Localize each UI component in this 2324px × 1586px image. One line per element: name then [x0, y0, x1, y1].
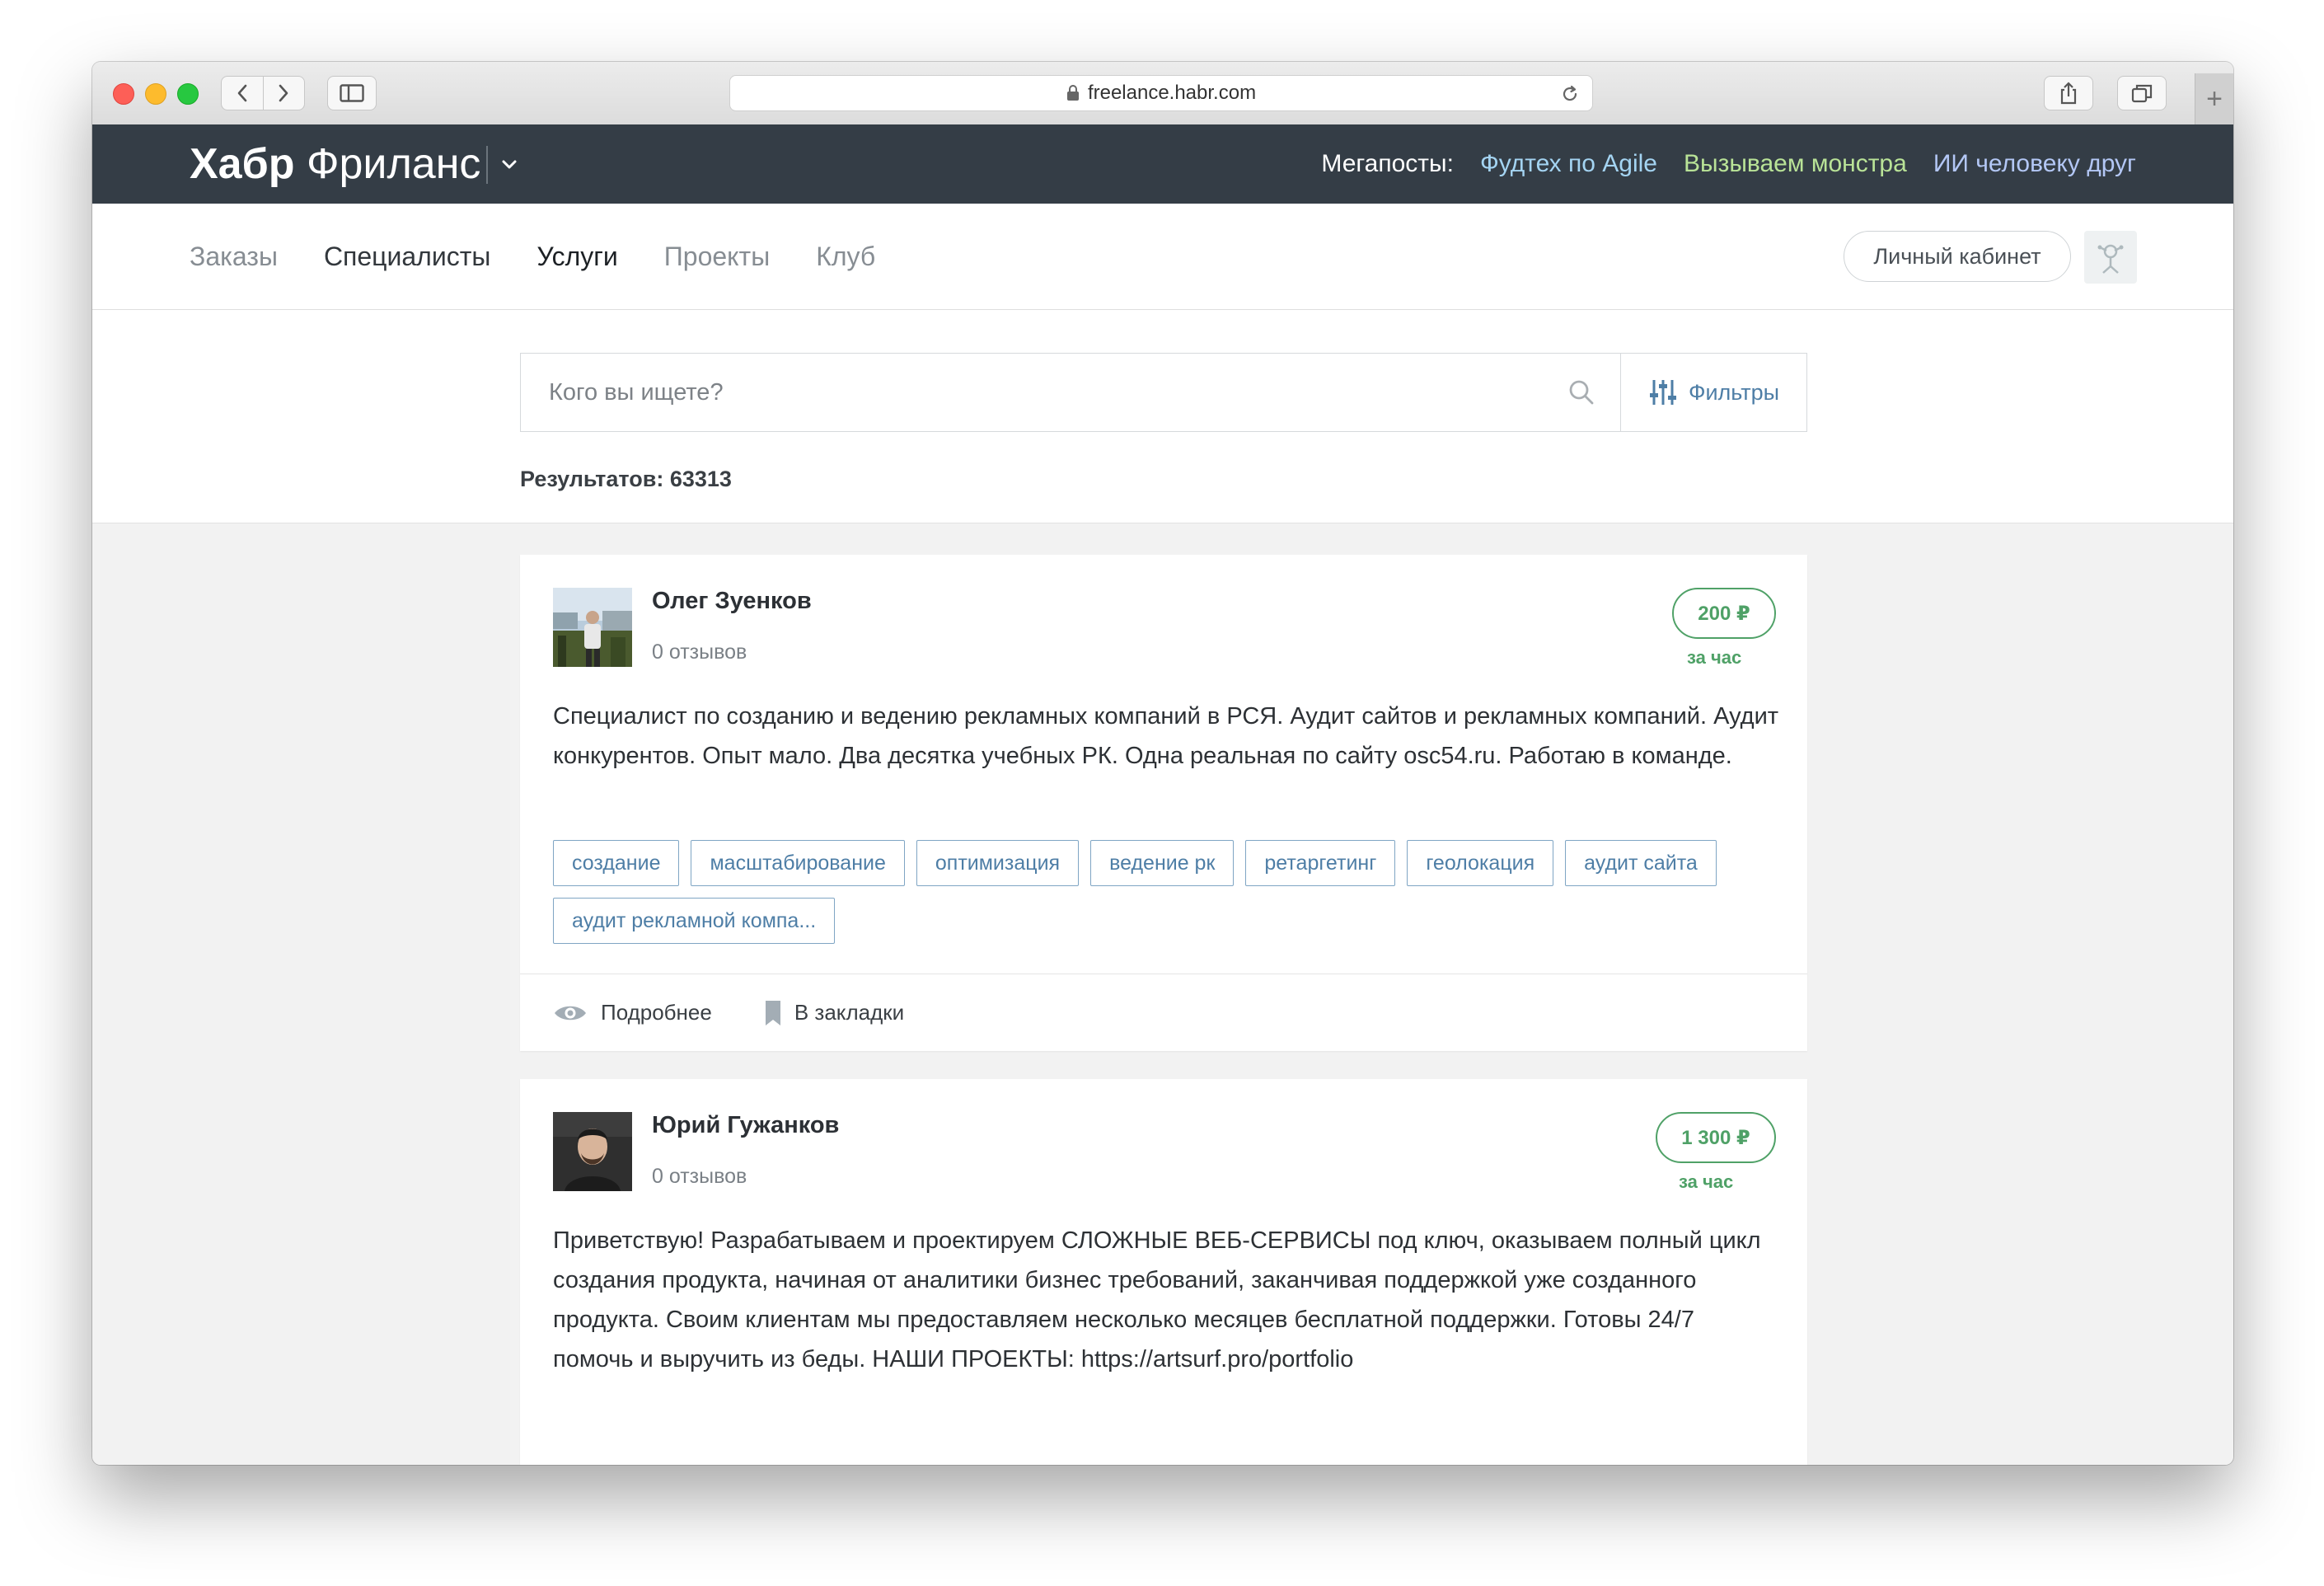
- close-window-button[interactable]: [113, 83, 134, 105]
- specialist-description: Приветствую! Разрабатываем и проектируем…: [553, 1227, 1761, 1372]
- price-unit: за час: [1687, 647, 1742, 668]
- results-count: Результатов: 63313: [520, 467, 732, 491]
- price-badge: 1 300 ₽: [1656, 1112, 1776, 1163]
- nav-orders[interactable]: Заказы: [190, 240, 278, 273]
- browser-toolbar: freelance.habr.com +: [92, 62, 2233, 125]
- site-logo[interactable]: Хабр Фриланс: [190, 139, 480, 189]
- chevron-left-icon: [237, 84, 247, 102]
- tag[interactable]: оптимизация: [916, 840, 1080, 886]
- specialist-description: Специалист по созданию и ведению рекламн…: [553, 703, 1779, 769]
- site-header: Хабр Фриланс Мегапосты: Фудтех по Agile …: [92, 124, 2233, 204]
- cabinet-button[interactable]: Личный кабинет: [1844, 231, 2071, 282]
- specialist-card: Юрий Гужанков 0 отзывов 1 300 ₽ за час П…: [520, 1079, 1807, 1465]
- tabs-overview-button[interactable]: [2117, 76, 2167, 110]
- robot-avatar-icon: [2097, 244, 2124, 274]
- minimize-window-button[interactable]: [145, 83, 166, 105]
- reviews-count[interactable]: 0 отзывов: [652, 640, 747, 664]
- chevron-right-icon: [279, 84, 288, 102]
- reload-icon[interactable]: [1559, 83, 1581, 105]
- share-button[interactable]: [2044, 76, 2093, 110]
- bookmark-icon: [765, 1000, 780, 1025]
- megapost-link-2[interactable]: Вызываем монстра: [1684, 149, 1907, 179]
- filters-label: Фильтры: [1688, 379, 1780, 405]
- specialist-name[interactable]: Юрий Гужанков: [652, 1110, 839, 1140]
- nav-services[interactable]: Услуги: [536, 240, 617, 273]
- nav-projects[interactable]: Проекты: [664, 240, 770, 273]
- megaposts-label: Мегапосты:: [1321, 150, 1454, 177]
- tag[interactable]: геолокация: [1407, 840, 1554, 886]
- specialist-card: Олег Зуенков 0 отзывов 200 ₽ за час Спец…: [520, 555, 1807, 1051]
- megapost-link-3[interactable]: ИИ человеку друг: [1933, 149, 2136, 179]
- specialist-photo[interactable]: [553, 1112, 632, 1191]
- profile-photo-image: [553, 1112, 632, 1191]
- plus-icon: +: [2206, 82, 2223, 115]
- back-button[interactable]: [222, 77, 263, 110]
- zoom-window-button[interactable]: [177, 83, 199, 105]
- user-avatar[interactable]: [2084, 231, 2137, 284]
- tag[interactable]: создание: [553, 840, 680, 886]
- bookmark-link[interactable]: В закладки: [765, 1000, 904, 1026]
- tag[interactable]: масштабирование: [691, 840, 905, 886]
- card-actions: Подробнее В закладки: [520, 974, 1807, 1051]
- nav-specialists[interactable]: Специалисты: [324, 240, 490, 273]
- tag[interactable]: ведение рк: [1090, 840, 1235, 886]
- sidebar-toggle-button[interactable]: [327, 76, 377, 110]
- search-box: Фильтры: [520, 353, 1807, 432]
- specialist-name[interactable]: Олег Зуенков: [652, 586, 812, 616]
- megaposts: Мегапосты: Фудтех по Agile Вызываем монс…: [1321, 149, 2136, 179]
- main-nav: Заказы Специалисты Услуги Проекты Клуб Л…: [92, 204, 2233, 310]
- new-tab-button[interactable]: +: [2195, 73, 2233, 124]
- search-section: Фильтры Результатов: 63313: [92, 310, 2233, 523]
- reviews-count[interactable]: 0 отзывов: [652, 1165, 747, 1189]
- eye-icon: [555, 1006, 586, 1020]
- sliders-icon: [1649, 380, 1676, 405]
- forward-button[interactable]: [262, 77, 305, 110]
- logo-bold: Хабр: [190, 140, 295, 188]
- nav-club[interactable]: Клуб: [816, 240, 875, 273]
- url-text: freelance.habr.com: [1087, 82, 1257, 104]
- megapost-link-1[interactable]: Фудтех по Agile: [1480, 149, 1657, 179]
- details-link[interactable]: Подробнее: [553, 1000, 712, 1025]
- profile-photo-image: [553, 588, 632, 667]
- sidebar-icon: [340, 84, 364, 102]
- tag-list: создание масштабирование оптимизация вед…: [553, 840, 1781, 944]
- browser-window: freelance.habr.com + Хабр Фриланс Мегапо…: [92, 62, 2233, 1465]
- results-list: Олег Зуенков 0 отзывов 200 ₽ за час Спец…: [92, 523, 2233, 1465]
- tabs-icon: [2131, 84, 2153, 103]
- chevron-down-icon[interactable]: [499, 152, 519, 177]
- filters-button[interactable]: Фильтры: [1620, 354, 1807, 431]
- bookmark-label: В закладки: [794, 1000, 905, 1025]
- specialist-photo[interactable]: [553, 588, 632, 667]
- logo-divider: [486, 146, 488, 184]
- lock-icon: [1066, 85, 1079, 101]
- details-label: Подробнее: [601, 1000, 712, 1025]
- share-icon: [2060, 82, 2077, 105]
- search-input[interactable]: [521, 354, 1617, 431]
- search-icon[interactable]: [1567, 378, 1595, 406]
- price-unit: за час: [1679, 1171, 1734, 1192]
- logo-light: Фриланс: [306, 140, 481, 188]
- tag[interactable]: аудит рекламной компа...: [553, 898, 836, 944]
- tag[interactable]: ретаргетинг: [1245, 840, 1396, 886]
- price-badge: 200 ₽: [1672, 588, 1776, 639]
- history-nav: [221, 76, 305, 110]
- address-bar[interactable]: freelance.habr.com: [729, 75, 1593, 111]
- nav-items: Заказы Специалисты Услуги Проекты Клуб: [190, 240, 875, 273]
- tag[interactable]: аудит сайта: [1565, 840, 1717, 886]
